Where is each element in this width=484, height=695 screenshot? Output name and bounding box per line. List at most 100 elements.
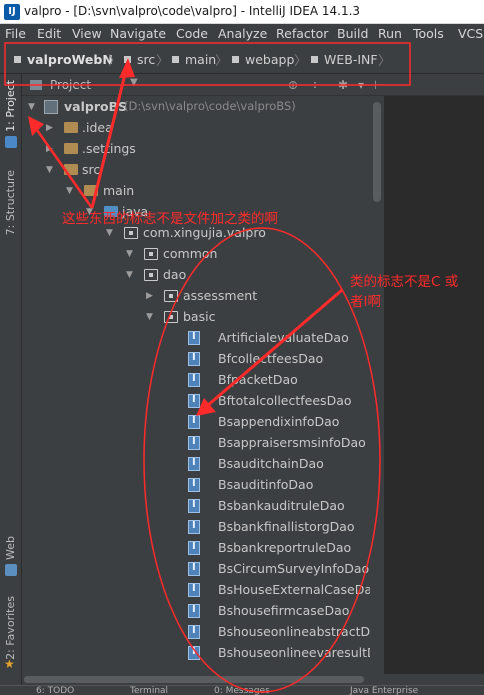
tree-row-interface[interactable]: BsappendixinfoDao bbox=[22, 412, 370, 433]
menu-bar: File Edit View Navigate Code Analyze Ref… bbox=[0, 24, 484, 44]
expand-arrow-icon[interactable]: ▼ bbox=[28, 102, 35, 112]
interface-icon bbox=[188, 436, 200, 450]
tree-row-interface[interactable]: BshouseonlineabstractDao bbox=[22, 622, 370, 643]
package-icon bbox=[164, 311, 178, 323]
tree-label: BfcollectfeesDao bbox=[218, 351, 324, 366]
tab-terminal[interactable]: Terminal bbox=[130, 686, 168, 695]
tree-row-interface[interactable]: BfpacketDao bbox=[22, 370, 370, 391]
expand-arrow-icon[interactable]: ▼ bbox=[106, 228, 113, 238]
breadcrumb-separator: 〉 bbox=[156, 54, 170, 69]
expand-arrow-icon[interactable]: ▶ bbox=[146, 291, 153, 301]
expand-arrow-icon[interactable]: ▶ bbox=[46, 144, 53, 154]
window-title: valpro - [D:\svn\valpro\code\valpro] - I… bbox=[24, 4, 361, 18]
project-view-selector[interactable]: Project bbox=[50, 78, 91, 92]
interface-icon bbox=[188, 583, 200, 597]
chevron-down-icon[interactable]: ▼ bbox=[130, 77, 138, 88]
tree-label: BshouseonlineabstractDao bbox=[218, 624, 370, 639]
tree-label: com.xingujia.valpro bbox=[143, 225, 266, 240]
settings-icon[interactable]: ✱ bbox=[338, 78, 348, 92]
menu-tools[interactable]: Tools bbox=[413, 26, 444, 41]
tree-row[interactable]: ▶ assessment bbox=[22, 286, 370, 307]
tree-row-interface[interactable]: ArtificialevaluateDao bbox=[22, 328, 370, 349]
folder-icon bbox=[311, 56, 318, 63]
tab-structure[interactable]: 7: Structure bbox=[4, 170, 17, 235]
menu-view[interactable]: View bbox=[72, 26, 102, 41]
tree-row[interactable]: ▶ .idea bbox=[22, 118, 370, 139]
tree-row-interface[interactable]: BftotalcollectfeesDao bbox=[22, 391, 370, 412]
breadcrumb-src[interactable]: src bbox=[124, 52, 155, 68]
tree-label: .idea bbox=[82, 120, 113, 135]
tree-row-interface[interactable]: BsbankreportruleDao bbox=[22, 538, 370, 559]
tree-row-interface[interactable]: BsauditinfoDao bbox=[22, 475, 370, 496]
tab-messages[interactable]: 0: Messages bbox=[214, 686, 270, 695]
tree-label: BsbankfinallistorgDao bbox=[218, 519, 355, 534]
folder-icon bbox=[232, 56, 239, 63]
editor-area bbox=[384, 96, 484, 674]
tab-favorites[interactable]: 2: Favorites bbox=[4, 596, 17, 660]
interface-icon bbox=[188, 562, 200, 576]
bottom-tool-bar: 6: TODO Terminal 0: Messages Java Enterp… bbox=[0, 685, 484, 695]
expand-arrow-icon[interactable]: ▶ bbox=[46, 123, 53, 133]
vertical-scrollbar-thumb[interactable] bbox=[373, 102, 381, 202]
menu-edit[interactable]: Edit bbox=[37, 26, 61, 41]
expand-arrow-icon[interactable]: ▼ bbox=[66, 186, 73, 196]
annotation-note-class-icons-line2: 者I啊 bbox=[350, 294, 381, 310]
breadcrumb-module[interactable]: valproWebN bbox=[14, 52, 113, 68]
expand-arrow-icon[interactable]: ▼ bbox=[126, 270, 133, 280]
breadcrumb-web-inf[interactable]: WEB-INF bbox=[311, 52, 378, 68]
tree-row-interface[interactable]: BsbankfinallistorgDao bbox=[22, 517, 370, 538]
tree-row-interface[interactable]: BsappraisersmsinfoDao bbox=[22, 433, 370, 454]
navigation-breadcrumb: valproWebN 〉 src 〉 main 〉 webapp 〉 WEB-I… bbox=[0, 44, 484, 74]
tree-label: BsbankreportruleDao bbox=[218, 540, 352, 555]
interface-icon bbox=[188, 604, 200, 618]
tree-label: BfpacketDao bbox=[218, 372, 298, 387]
menu-file[interactable]: File bbox=[5, 26, 26, 41]
menu-navigate[interactable]: Navigate bbox=[110, 26, 166, 41]
folder-icon bbox=[84, 185, 98, 196]
web-icon bbox=[5, 564, 17, 576]
expand-arrow-icon[interactable]: ▼ bbox=[146, 312, 153, 322]
tree-row[interactable]: ▼ dao bbox=[22, 265, 370, 286]
tree-row-interface[interactable]: BsbankauditruleDao bbox=[22, 496, 370, 517]
menu-run[interactable]: Run bbox=[378, 26, 402, 41]
hide-icon[interactable]: ⊢ bbox=[374, 78, 384, 92]
tree-row-interface[interactable]: BshousefirmcaseDao bbox=[22, 601, 370, 622]
expand-arrow-icon[interactable]: ▼ bbox=[126, 249, 133, 259]
menu-code[interactable]: Code bbox=[176, 26, 208, 41]
tree-row-interface[interactable]: BsauditchainDao bbox=[22, 454, 370, 475]
menu-build[interactable]: Build bbox=[337, 26, 368, 41]
tree-row[interactable]: ▶ .settings bbox=[22, 139, 370, 160]
tree-row-interface[interactable]: BsCircumSurveyInfoDao bbox=[22, 559, 370, 580]
globe-icon[interactable]: ⊕ bbox=[288, 78, 298, 92]
annotation-note-class-icons-line1: 类的标志不是C 或 bbox=[350, 274, 459, 290]
menu-refactor[interactable]: Refactor bbox=[276, 26, 328, 41]
tree-row-interface[interactable]: BfcollectfeesDao bbox=[22, 349, 370, 370]
interface-icon bbox=[188, 394, 200, 408]
tree-row[interactable]: ▼ basic bbox=[22, 307, 370, 328]
tree-row-interface[interactable]: BshouseonlineevaresultDao bbox=[22, 643, 370, 664]
breadcrumb-main[interactable]: main bbox=[172, 52, 216, 68]
tree-row-interface[interactable]: BsHouseExternalCaseDao bbox=[22, 580, 370, 601]
tree-row[interactable]: ▼ common bbox=[22, 244, 370, 265]
interface-icon bbox=[188, 331, 200, 345]
tab-project[interactable]: 1: Project bbox=[4, 80, 17, 132]
tree-row-module[interactable]: ▼ valproBS (D:\svn\valpro\code\valproBS) bbox=[22, 97, 370, 118]
tree-row[interactable]: ▼ src bbox=[22, 160, 370, 181]
tab-web[interactable]: Web bbox=[4, 536, 17, 560]
interface-icon bbox=[188, 478, 200, 492]
tree-row[interactable]: ▼ main bbox=[22, 181, 370, 202]
tab-todo[interactable]: 6: TODO bbox=[36, 686, 74, 695]
menu-analyze[interactable]: Analyze bbox=[218, 26, 267, 41]
collapse-icon[interactable]: ÷ bbox=[310, 78, 320, 92]
menu-vcs[interactable]: VCS bbox=[458, 26, 483, 41]
tab-java-enterprise[interactable]: Java Enterprise bbox=[350, 686, 418, 695]
folder-icon bbox=[64, 122, 78, 133]
folder-icon bbox=[124, 56, 131, 63]
tree-label: ArtificialevaluateDao bbox=[218, 330, 349, 345]
expand-arrow-icon[interactable]: ▼ bbox=[46, 165, 53, 175]
horizontal-scrollbar-thumb[interactable] bbox=[24, 676, 364, 683]
breadcrumb-webapp[interactable]: webapp bbox=[232, 52, 294, 68]
project-tree: ▼ valproBS (D:\svn\valpro\code\valproBS)… bbox=[22, 96, 370, 674]
chevron-down-icon[interactable]: ▾ bbox=[358, 78, 364, 92]
tree-label: BsappraisersmsinfoDao bbox=[218, 435, 366, 450]
